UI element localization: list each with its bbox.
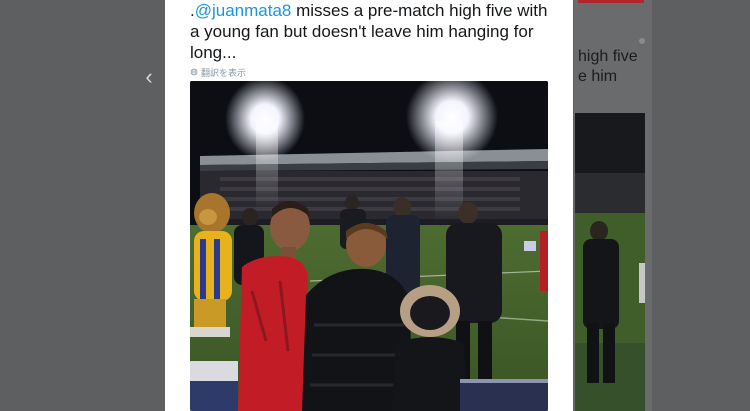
tweet-text: .@juanmata8 misses a pre-match high five…: [190, 0, 560, 63]
next-tweet-accent: [578, 0, 644, 3]
next-tweet-media[interactable]: [575, 113, 645, 411]
tweet-card: .@juanmata8 misses a pre-match high five…: [165, 0, 573, 411]
mention-link[interactable]: @juanmata8: [195, 1, 292, 20]
translate-label: 翻訳を表示: [201, 67, 247, 78]
chevron-left-icon[interactable]: ‹: [138, 64, 160, 90]
next-tweet-translate-icon: [639, 38, 645, 44]
next-tweet-text-line1: high five: [578, 48, 638, 65]
tweet-video[interactable]: [190, 81, 548, 411]
globe-icon: [190, 68, 198, 76]
next-tweet-text: high five e him: [578, 47, 650, 87]
translate-link[interactable]: 翻訳を表示: [190, 66, 246, 78]
next-tweet-text-line2: e him: [578, 68, 618, 85]
